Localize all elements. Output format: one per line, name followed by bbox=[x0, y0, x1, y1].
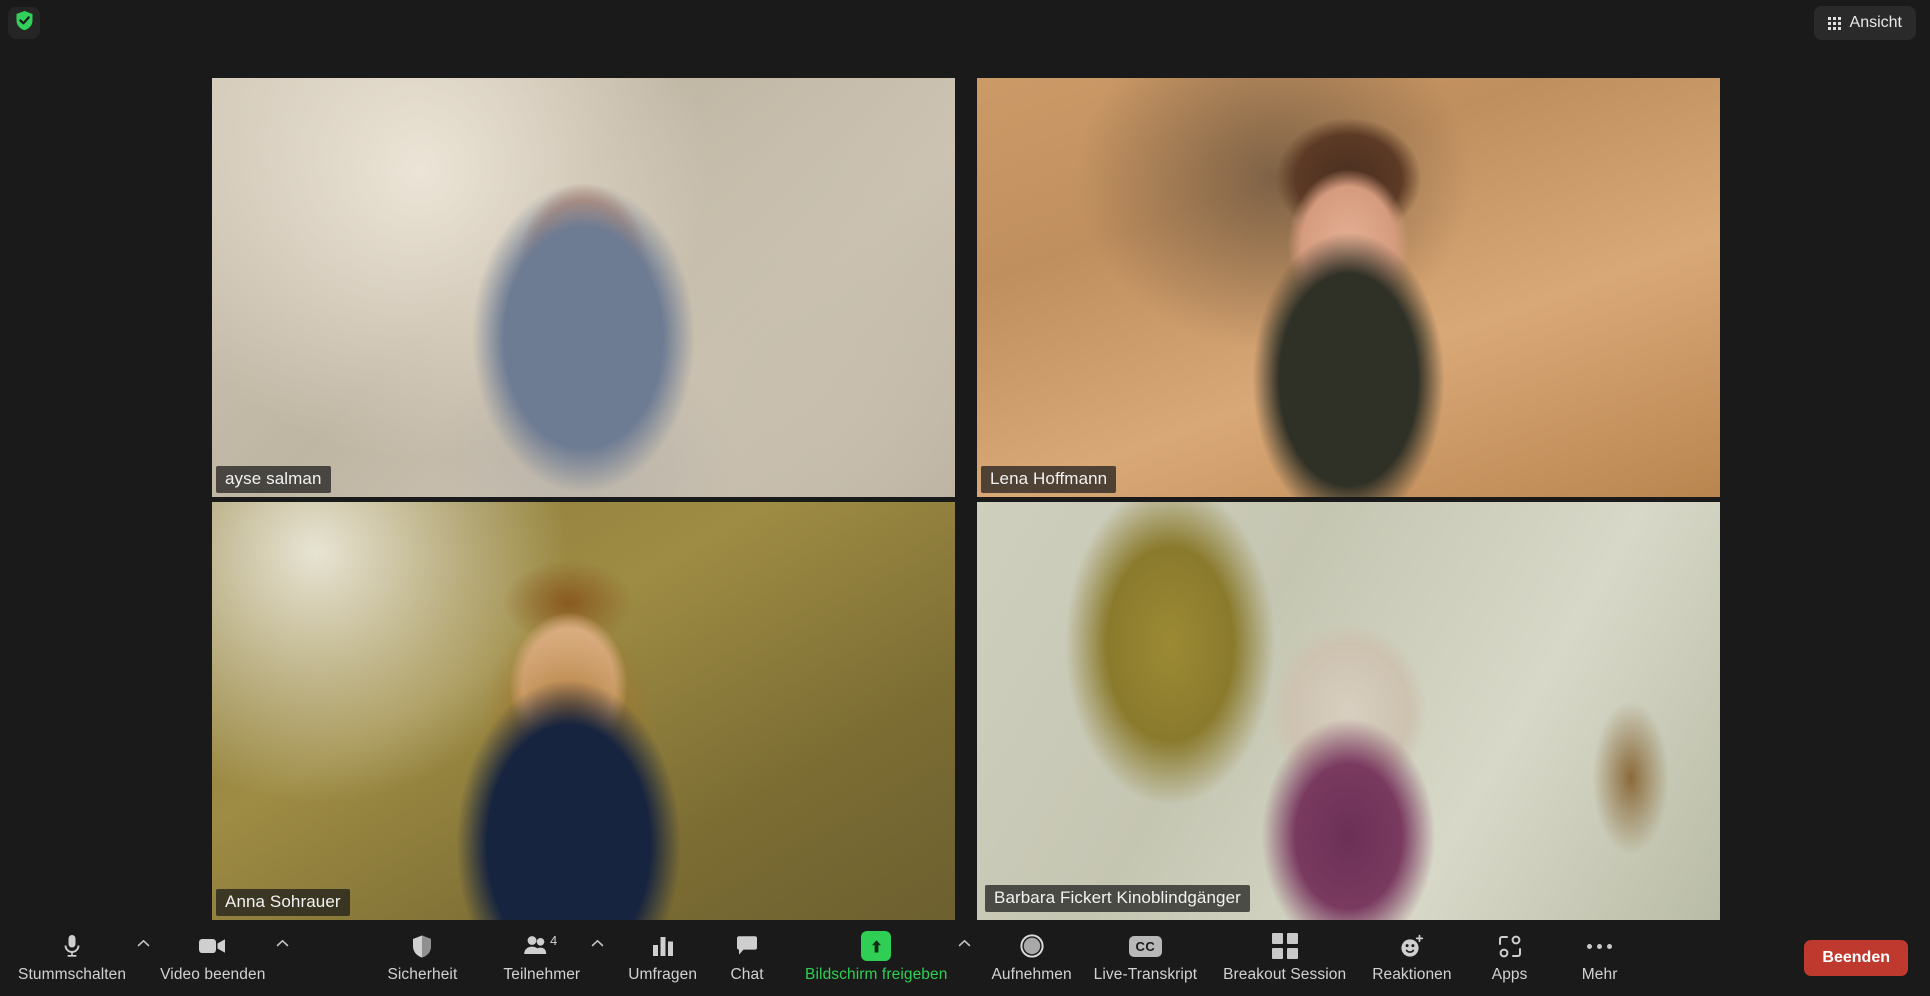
record-button-label: Aufnehmen bbox=[991, 966, 1072, 983]
participant-name-label: Lena Hoffmann bbox=[981, 465, 1117, 493]
more-button[interactable]: Mehr bbox=[1568, 922, 1632, 996]
video-feed bbox=[212, 501, 955, 920]
live-transcript-button[interactable]: CC Live-Transkript bbox=[1094, 922, 1197, 996]
shield-icon bbox=[411, 931, 433, 961]
share-options-caret[interactable] bbox=[947, 922, 981, 996]
four-squares-icon bbox=[1271, 931, 1298, 961]
ellipsis-icon bbox=[1587, 931, 1613, 961]
mute-button[interactable]: Stummschalten bbox=[18, 922, 126, 996]
chat-button-label: Chat bbox=[730, 966, 764, 983]
record-icon bbox=[1019, 931, 1045, 961]
stop-video-button[interactable]: Video beenden bbox=[160, 922, 265, 996]
audio-options-caret[interactable] bbox=[126, 922, 160, 996]
breakout-session-button[interactable]: Breakout Session bbox=[1223, 922, 1346, 996]
video-tile-lena-hoffmann[interactable]: Lena Hoffmann bbox=[977, 78, 1720, 497]
emoji-plus-icon bbox=[1399, 931, 1425, 961]
meeting-toolbar: Stummschalten Video beenden Sicherheit 4… bbox=[0, 922, 1930, 996]
share-screen-button-label: Bildschirm freigeben bbox=[805, 966, 948, 983]
bar-chart-icon bbox=[651, 931, 675, 961]
share-screen-icon bbox=[861, 931, 892, 961]
end-meeting-button-label: Beenden bbox=[1822, 949, 1890, 966]
top-bar: Ansicht bbox=[0, 0, 1930, 46]
cc-icon: CC bbox=[1128, 931, 1163, 961]
reactions-button-label: Reaktionen bbox=[1372, 966, 1452, 983]
svg-text:4: 4 bbox=[550, 935, 557, 948]
polls-button-label: Umfragen bbox=[628, 966, 698, 983]
polls-button[interactable]: Umfragen bbox=[628, 922, 697, 996]
view-button-label: Ansicht bbox=[1849, 14, 1902, 31]
shield-check-icon bbox=[15, 10, 34, 36]
apps-icon bbox=[1497, 931, 1523, 961]
gallery-grid: ayse salman Lena Hoffmann Anna Sohrauer … bbox=[212, 78, 1720, 920]
more-button-label: Mehr bbox=[1581, 966, 1618, 983]
chat-bubble-icon bbox=[735, 931, 759, 961]
end-meeting-button[interactable]: Beenden bbox=[1804, 940, 1908, 976]
video-camera-icon bbox=[198, 931, 228, 961]
live-transcript-button-label: Live-Transkript bbox=[1093, 966, 1198, 983]
people-icon: 4 bbox=[522, 931, 562, 961]
reactions-button[interactable]: Reaktionen bbox=[1372, 922, 1452, 996]
video-feed bbox=[977, 78, 1720, 497]
mute-button-label: Stummschalten bbox=[18, 966, 127, 983]
video-tile-ayse-salman[interactable]: ayse salman bbox=[212, 78, 955, 497]
apps-button-label: Apps bbox=[1491, 966, 1528, 983]
participants-button-label: Teilnehmer bbox=[503, 966, 581, 983]
participant-name-label: ayse salman bbox=[216, 465, 331, 493]
participant-name-label: Anna Sohrauer bbox=[216, 889, 350, 916]
apps-button[interactable]: Apps bbox=[1478, 922, 1542, 996]
stop-video-button-label: Video beenden bbox=[160, 966, 266, 983]
share-screen-button[interactable]: Bildschirm freigeben bbox=[805, 922, 947, 996]
microphone-icon bbox=[61, 931, 83, 961]
security-button[interactable]: Sicherheit bbox=[387, 922, 457, 996]
video-stage: ayse salman Lena Hoffmann Anna Sohrauer … bbox=[0, 46, 1930, 922]
participants-options-caret[interactable] bbox=[580, 922, 614, 996]
video-tile-barbara-fickert-kinoblindgaenger[interactable]: Barbara Fickert Kinoblindgänger bbox=[977, 501, 1720, 920]
video-tile-anna-sohrauer[interactable]: Anna Sohrauer bbox=[212, 501, 955, 920]
chat-button[interactable]: Chat bbox=[715, 922, 779, 996]
video-feed bbox=[212, 78, 955, 497]
security-button-label: Sicherheit bbox=[387, 966, 458, 983]
encryption-badge[interactable] bbox=[8, 7, 40, 39]
grid-icon bbox=[1827, 16, 1841, 30]
view-button[interactable]: Ansicht bbox=[1813, 6, 1916, 40]
participant-name-label: Barbara Fickert Kinoblindgänger bbox=[985, 885, 1250, 912]
record-button[interactable]: Aufnehmen bbox=[991, 922, 1072, 996]
breakout-session-button-label: Breakout Session bbox=[1223, 966, 1347, 983]
toolbar-items: Stummschalten Video beenden Sicherheit 4… bbox=[18, 922, 1632, 996]
video-options-caret[interactable] bbox=[265, 922, 299, 996]
participants-button[interactable]: 4 Teilnehmer bbox=[503, 922, 580, 996]
video-feed bbox=[977, 501, 1720, 920]
